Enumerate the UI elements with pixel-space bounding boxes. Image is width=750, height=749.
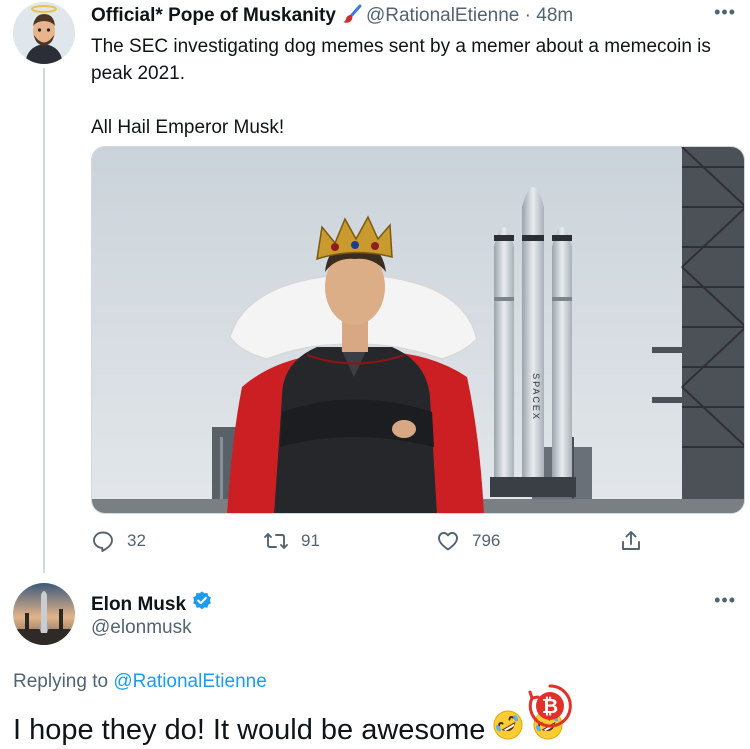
tweet-action-bar: 32 91 796 [91,528,651,554]
tweet-text-line: All Hail Emperor Musk! [91,117,285,138]
reply-count: 32 [127,531,146,550]
verified-badge-icon [191,590,213,619]
more-dots-icon[interactable]: ••• [714,2,736,23]
author-name[interactable]: Official* Pope of Muskanity [91,5,336,26]
retweet-button[interactable]: 91 [263,528,320,554]
heart-icon [438,532,458,551]
reply-icon [93,531,113,552]
bitcoin-watermark-icon: ₿ [528,684,572,728]
header-separator: · [524,5,531,26]
retweet-icon [264,533,288,549]
reply-author-name-row: Elon Musk [91,590,213,619]
paintbrush-emoji-icon [342,4,362,31]
reply-author-handle[interactable]: @elonmusk [91,616,192,640]
like-count: 796 [472,531,501,550]
tweet-text-line: The SEC investigating dog memes sent by … [91,36,711,84]
reply-author-name[interactable]: Elon Musk [91,593,186,617]
like-button[interactable]: 796 [436,528,500,554]
retweet-count: 91 [301,531,320,550]
reply-button[interactable]: 32 [91,528,146,554]
rolling-on-floor-laughing-emoji-icon [491,708,525,749]
replying-to-prefix: Replying to [13,671,109,692]
reply-tweet-text: I hope they do! It would be awesome [13,714,486,746]
reply-tweet-text-row: I hope they do! It would be awesome [13,708,565,749]
tweet-media-image[interactable]: SPACEX [91,146,745,514]
tweet-header: Official* Pope of Muskanity @RationalEtie… [91,4,573,31]
author-handle[interactable]: @RationalEtienne [366,5,519,26]
svg-text:₿: ₿ [542,696,558,718]
replying-to-line: Replying to @RationalEtienne [13,670,267,694]
share-icon [622,531,640,550]
replying-to-handle-link[interactable]: @RationalEtienne [113,671,266,692]
more-dots-icon[interactable]: ••• [714,590,736,611]
share-button[interactable] [619,528,643,554]
tweet-timestamp[interactable]: 48m [536,5,573,26]
author-avatar[interactable] [13,2,75,64]
tweet-text: The SEC investigating dog memes sent by … [91,33,746,141]
rocket: SPACEX [490,187,576,497]
svg-text:SPACEX: SPACEX [531,373,541,421]
reply-author-avatar[interactable] [13,583,75,645]
thread-connector-line [43,68,45,573]
